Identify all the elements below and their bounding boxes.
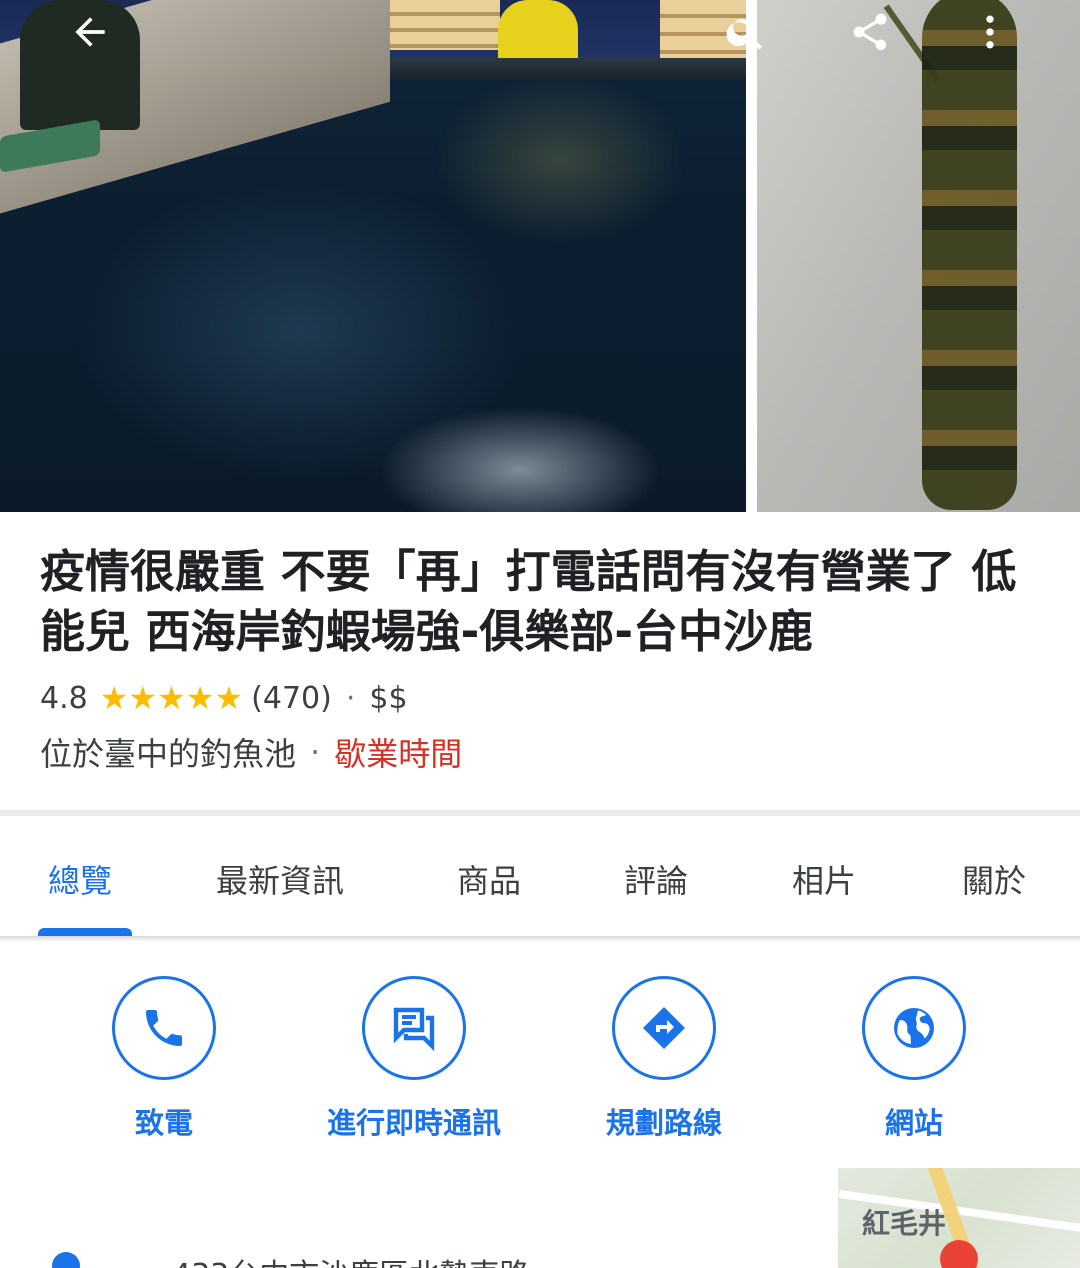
search-icon xyxy=(726,19,763,50)
directions-label: 規劃路線 xyxy=(605,1106,722,1140)
rating-stars: ★ ★ ★ ★ ★ xyxy=(100,680,243,716)
location-pin-icon xyxy=(52,1252,80,1268)
separator: · xyxy=(345,680,356,716)
star-icon: ★ xyxy=(128,679,158,717)
pool-rim xyxy=(340,58,746,80)
tab-overview[interactable]: 總覽 xyxy=(48,856,112,902)
shrimp xyxy=(922,0,1017,510)
website-circle[interactable] xyxy=(862,976,966,1080)
star-icon: ★ xyxy=(214,679,244,717)
directions-button[interactable]: 規劃路線 xyxy=(554,976,774,1142)
star-icon: ★ xyxy=(157,679,186,717)
chat-circle[interactable] xyxy=(362,976,466,1080)
star-icon: ★ xyxy=(185,679,215,717)
tab-photos[interactable]: 相片 xyxy=(792,856,856,902)
hours-status[interactable]: 歇業時間 xyxy=(334,729,462,775)
tab-updates[interactable]: 最新資訊 xyxy=(216,856,344,902)
tab-about[interactable]: 關於 xyxy=(962,856,1026,902)
place-category: 位於臺中的釣魚池 xyxy=(40,735,297,773)
address-text[interactable]: 433台中市沙鹿區北勢東路 xyxy=(172,1250,529,1268)
photo-shrimp[interactable] xyxy=(757,0,1080,512)
directions-circle[interactable] xyxy=(612,976,716,1080)
tab-reviews[interactable]: 評論 xyxy=(624,856,688,902)
category-row: 位於臺中的釣魚池 · 歇業時間 xyxy=(40,730,1050,774)
share-button[interactable] xyxy=(842,4,898,60)
chat-button[interactable]: 進行即時通訊 xyxy=(304,976,524,1142)
photo-gallery[interactable] xyxy=(0,0,1080,512)
phone-icon xyxy=(146,1010,182,1046)
separator: · xyxy=(310,733,321,771)
globe-icon xyxy=(894,1008,934,1048)
search-button[interactable] xyxy=(718,4,774,60)
active-tab-indicator xyxy=(38,928,132,936)
directions-icon xyxy=(643,1007,685,1049)
call-label: 致電 xyxy=(134,1106,193,1140)
map-place-label: 紅毛井 xyxy=(862,1207,947,1240)
price-level: $$ xyxy=(369,680,408,716)
share-icon xyxy=(853,13,887,51)
tab-bar: 總覽 最新資訊 商品 評論 相片 關於 xyxy=(0,816,1080,936)
map-thumbnail[interactable]: 紅毛井 xyxy=(838,1168,1080,1268)
photo-fishing-pool[interactable] xyxy=(0,0,746,512)
rating-row[interactable]: 4.8 ★ ★ ★ ★ ★ (470) · $$ xyxy=(40,678,1050,718)
back-button[interactable] xyxy=(62,4,118,60)
tab-products[interactable]: 商品 xyxy=(457,856,521,902)
more-options-button[interactable] xyxy=(962,4,1018,60)
website-button[interactable]: 網站 xyxy=(804,976,1024,1142)
call-circle[interactable] xyxy=(112,976,216,1080)
tabs-shadow xyxy=(0,936,1080,942)
review-count[interactable]: (470) xyxy=(251,681,332,716)
star-icon: ★ xyxy=(99,679,129,717)
call-button[interactable]: 致電 xyxy=(54,976,274,1142)
arrow-left-icon xyxy=(75,17,105,47)
wooden-pallet xyxy=(390,0,500,50)
more-vert-icon xyxy=(986,15,994,49)
place-title: 疫情很嚴重 不要「再」打電話問有沒有營業了 低能兒 西海岸釣蝦場強-俱樂部-台中… xyxy=(40,545,1017,658)
place-header: 疫情很嚴重 不要「再」打電話問有沒有營業了 低能兒 西海岸釣蝦場強-俱樂部-台中… xyxy=(40,542,1050,774)
chat-label: 進行即時通訊 xyxy=(326,1106,501,1140)
rating-value: 4.8 xyxy=(40,680,88,716)
website-label: 網站 xyxy=(884,1106,943,1140)
chat-icon xyxy=(393,1007,435,1052)
